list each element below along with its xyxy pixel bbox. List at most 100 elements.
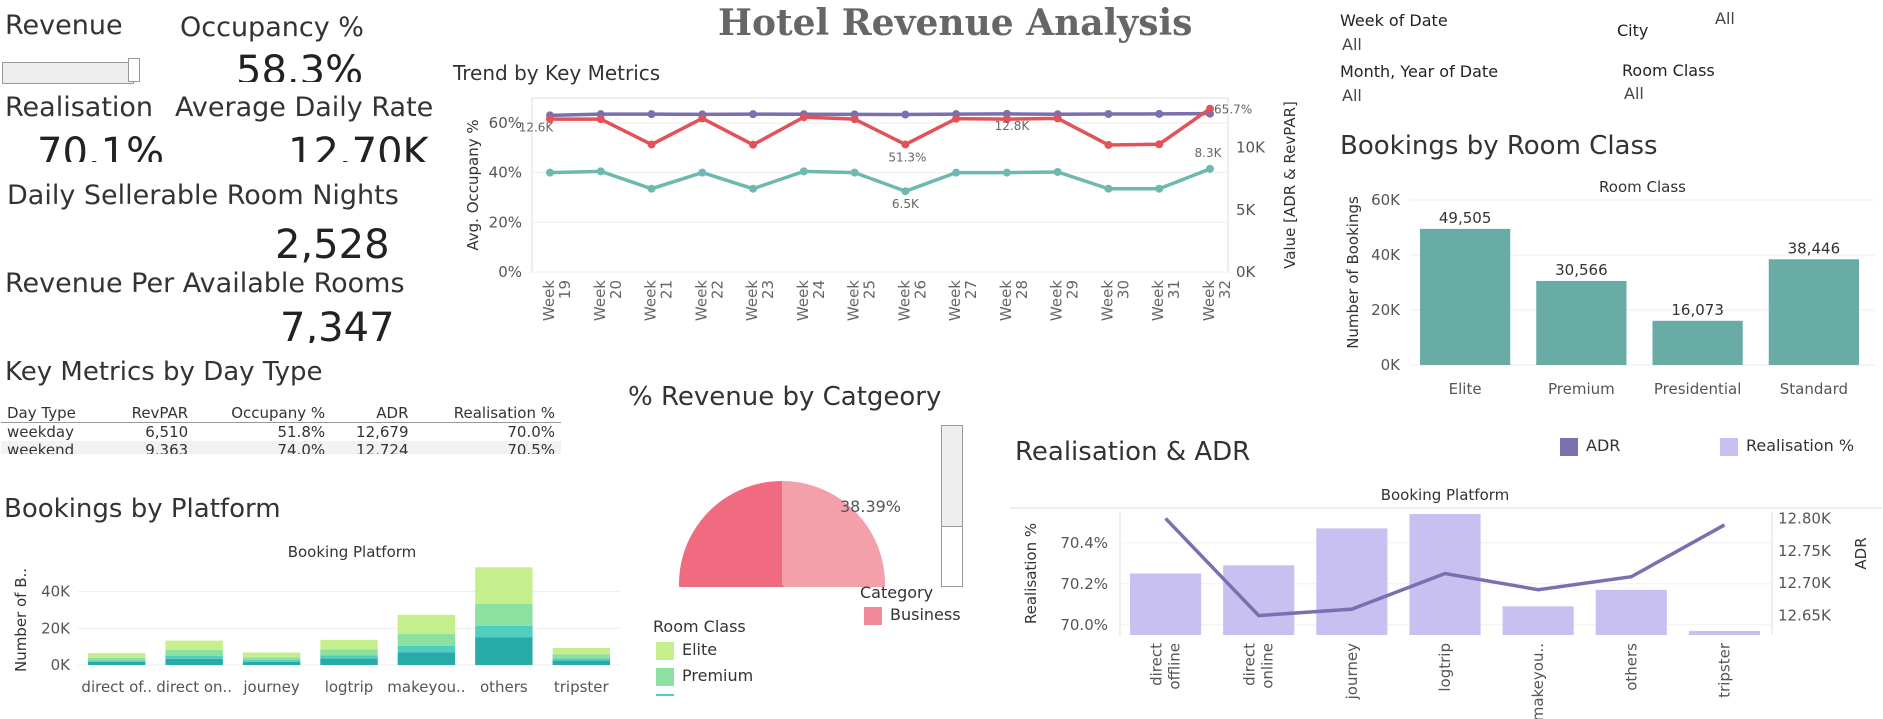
category-title: % Revenue by Catgeory xyxy=(628,382,942,412)
category-legend-title: Category xyxy=(860,583,934,602)
y2-tick-label: 10K xyxy=(1236,139,1266,157)
header-occupancy[interactable]: Occupany % xyxy=(194,404,332,423)
bar-value-label: 49,505 xyxy=(1439,209,1492,227)
x-tick-label: 29 xyxy=(1064,280,1082,299)
legend-swatch xyxy=(1720,437,1738,456)
stacked-bar-segment xyxy=(165,640,223,650)
y2-tick-label: 5K xyxy=(1236,201,1257,219)
category-scrollbar-thumb[interactable] xyxy=(942,426,962,527)
filter-week-value[interactable]: All xyxy=(1342,35,1362,54)
stacked-bar-segment xyxy=(320,658,378,665)
table-row: weekend 9,363 74.0% 12,724 70.5% xyxy=(1,441,561,454)
stacked-bar-segment xyxy=(242,657,301,661)
data-label: 8.3K xyxy=(1195,146,1223,160)
data-label: 6.5K xyxy=(892,197,920,211)
y-tick-label: 0K xyxy=(51,656,72,674)
y-tick-label: 20% xyxy=(489,213,522,231)
revenue-slider-track xyxy=(2,62,134,84)
filter-month-value[interactable]: All xyxy=(1342,86,1362,105)
bar xyxy=(1316,528,1388,635)
bar-value-label: 30,566 xyxy=(1555,261,1608,279)
filter-city-value[interactable]: All xyxy=(1715,9,1735,28)
cell-realisation: 70.0% xyxy=(507,423,555,441)
ra-legend-realisation[interactable]: Realisation % xyxy=(1720,436,1854,456)
x-tick-label: 27 xyxy=(962,280,980,299)
stacked-bar-segment xyxy=(320,649,378,656)
x-tick-label: others xyxy=(1622,643,1640,691)
day-type-title: Key Metrics by Day Type xyxy=(5,357,323,387)
bar xyxy=(1688,630,1760,635)
stacked-bar-segment xyxy=(552,654,610,659)
x-tick-label: 20 xyxy=(607,280,625,299)
stacked-bar-segment xyxy=(88,661,146,665)
y-axis-label: Realisation % xyxy=(1022,523,1040,624)
cell-revpar: 6,510 xyxy=(145,423,189,441)
x-tick-label: tripster xyxy=(554,678,610,696)
stacked-bar-segment xyxy=(475,603,533,626)
header-revpar[interactable]: RevPAR xyxy=(105,404,195,423)
bar-value-label: 38,446 xyxy=(1788,239,1841,257)
table-header-row: Day Type RevPAR Occupany % ADR Realisati… xyxy=(1,404,561,423)
trend-point xyxy=(1155,140,1164,149)
trend-point xyxy=(1053,167,1062,176)
y-tick-label: 40K xyxy=(1371,246,1401,264)
filter-roomclass-value[interactable]: All xyxy=(1624,84,1644,103)
header-realisation[interactable]: Realisation % xyxy=(414,404,561,423)
roomclass-legend-title: Room Class xyxy=(653,617,746,636)
trend-title: Trend by Key Metrics xyxy=(453,61,661,85)
y-tick-label: 40% xyxy=(489,164,522,182)
revenue-slider-handle[interactable] xyxy=(128,58,140,82)
x-tick-label: journey xyxy=(242,678,299,696)
header-day-type[interactable]: Day Type xyxy=(1,404,106,423)
cell-revpar: 9,363 xyxy=(105,441,195,454)
stacked-bar-segment xyxy=(242,661,301,665)
legend-label: Elite xyxy=(682,640,718,659)
x-tick-label: logtrip xyxy=(325,678,374,696)
platform-chart: Booking Platform 0K 20K 40K Number of B.. dir… xyxy=(12,543,620,696)
stacked-bar-segment xyxy=(552,647,610,655)
bar xyxy=(1768,259,1859,365)
filter-month-label: Month, Year of Date xyxy=(1340,62,1499,81)
y-tick-label: 60K xyxy=(1371,191,1401,209)
legend-label: ADR xyxy=(1586,436,1621,455)
x-tick-label: makeyou.. xyxy=(387,678,465,696)
adr-label: Average Daily Rate xyxy=(175,92,434,123)
x-tick-label: 26 xyxy=(911,280,929,299)
data-label: 12.8K xyxy=(995,119,1031,133)
trend-point xyxy=(850,168,859,177)
stacked-bar-segment xyxy=(165,649,223,656)
stacked-bar-segment xyxy=(88,657,146,661)
adr-value: 12.70K xyxy=(288,130,429,162)
x-tick-label: 23 xyxy=(759,280,777,299)
roomclass-legend-item[interactable]: Premium xyxy=(656,666,753,686)
trend-point xyxy=(698,114,707,123)
category-scrollbar[interactable] xyxy=(941,425,963,587)
y2-axis-label: ADR xyxy=(1852,537,1870,569)
legend-swatch xyxy=(864,606,882,625)
revpar-label: Revenue Per Available Rooms xyxy=(5,268,405,299)
revenue-slider[interactable] xyxy=(0,58,140,84)
x-tick-label: journey xyxy=(1343,643,1361,700)
x-tick-label: 21 xyxy=(658,280,676,299)
revenue-label: Revenue xyxy=(5,10,123,41)
category-pie-chart: 38.39% xyxy=(670,481,910,600)
ra-legend-adr[interactable]: ADR xyxy=(1560,436,1620,456)
y2-axis-label: Value [ADR & RevPAR] xyxy=(1281,101,1299,269)
page-title: Hotel Revenue Analysis xyxy=(718,2,1193,44)
x-tick-label: 25 xyxy=(861,280,879,299)
header-adr[interactable]: ADR xyxy=(331,404,415,423)
stacked-bar-segment xyxy=(88,653,146,658)
bar xyxy=(1595,589,1667,635)
roomclass-legend-item[interactable]: Elite xyxy=(656,640,717,660)
cell-occupancy: 74.0% xyxy=(194,441,332,454)
trend-point xyxy=(1053,114,1062,123)
x-tick-label: 30 xyxy=(1114,280,1132,299)
trend-point xyxy=(901,187,910,196)
bar xyxy=(1223,565,1295,635)
stacked-bar-segment xyxy=(397,645,456,653)
realisation-label: Realisation xyxy=(5,92,154,123)
cell-realisation: 70.5% xyxy=(414,441,561,454)
data-label: 12.6K xyxy=(519,120,555,134)
category-legend-item[interactable]: Business xyxy=(864,605,961,625)
pie-value-label: 38.39% xyxy=(840,497,901,516)
